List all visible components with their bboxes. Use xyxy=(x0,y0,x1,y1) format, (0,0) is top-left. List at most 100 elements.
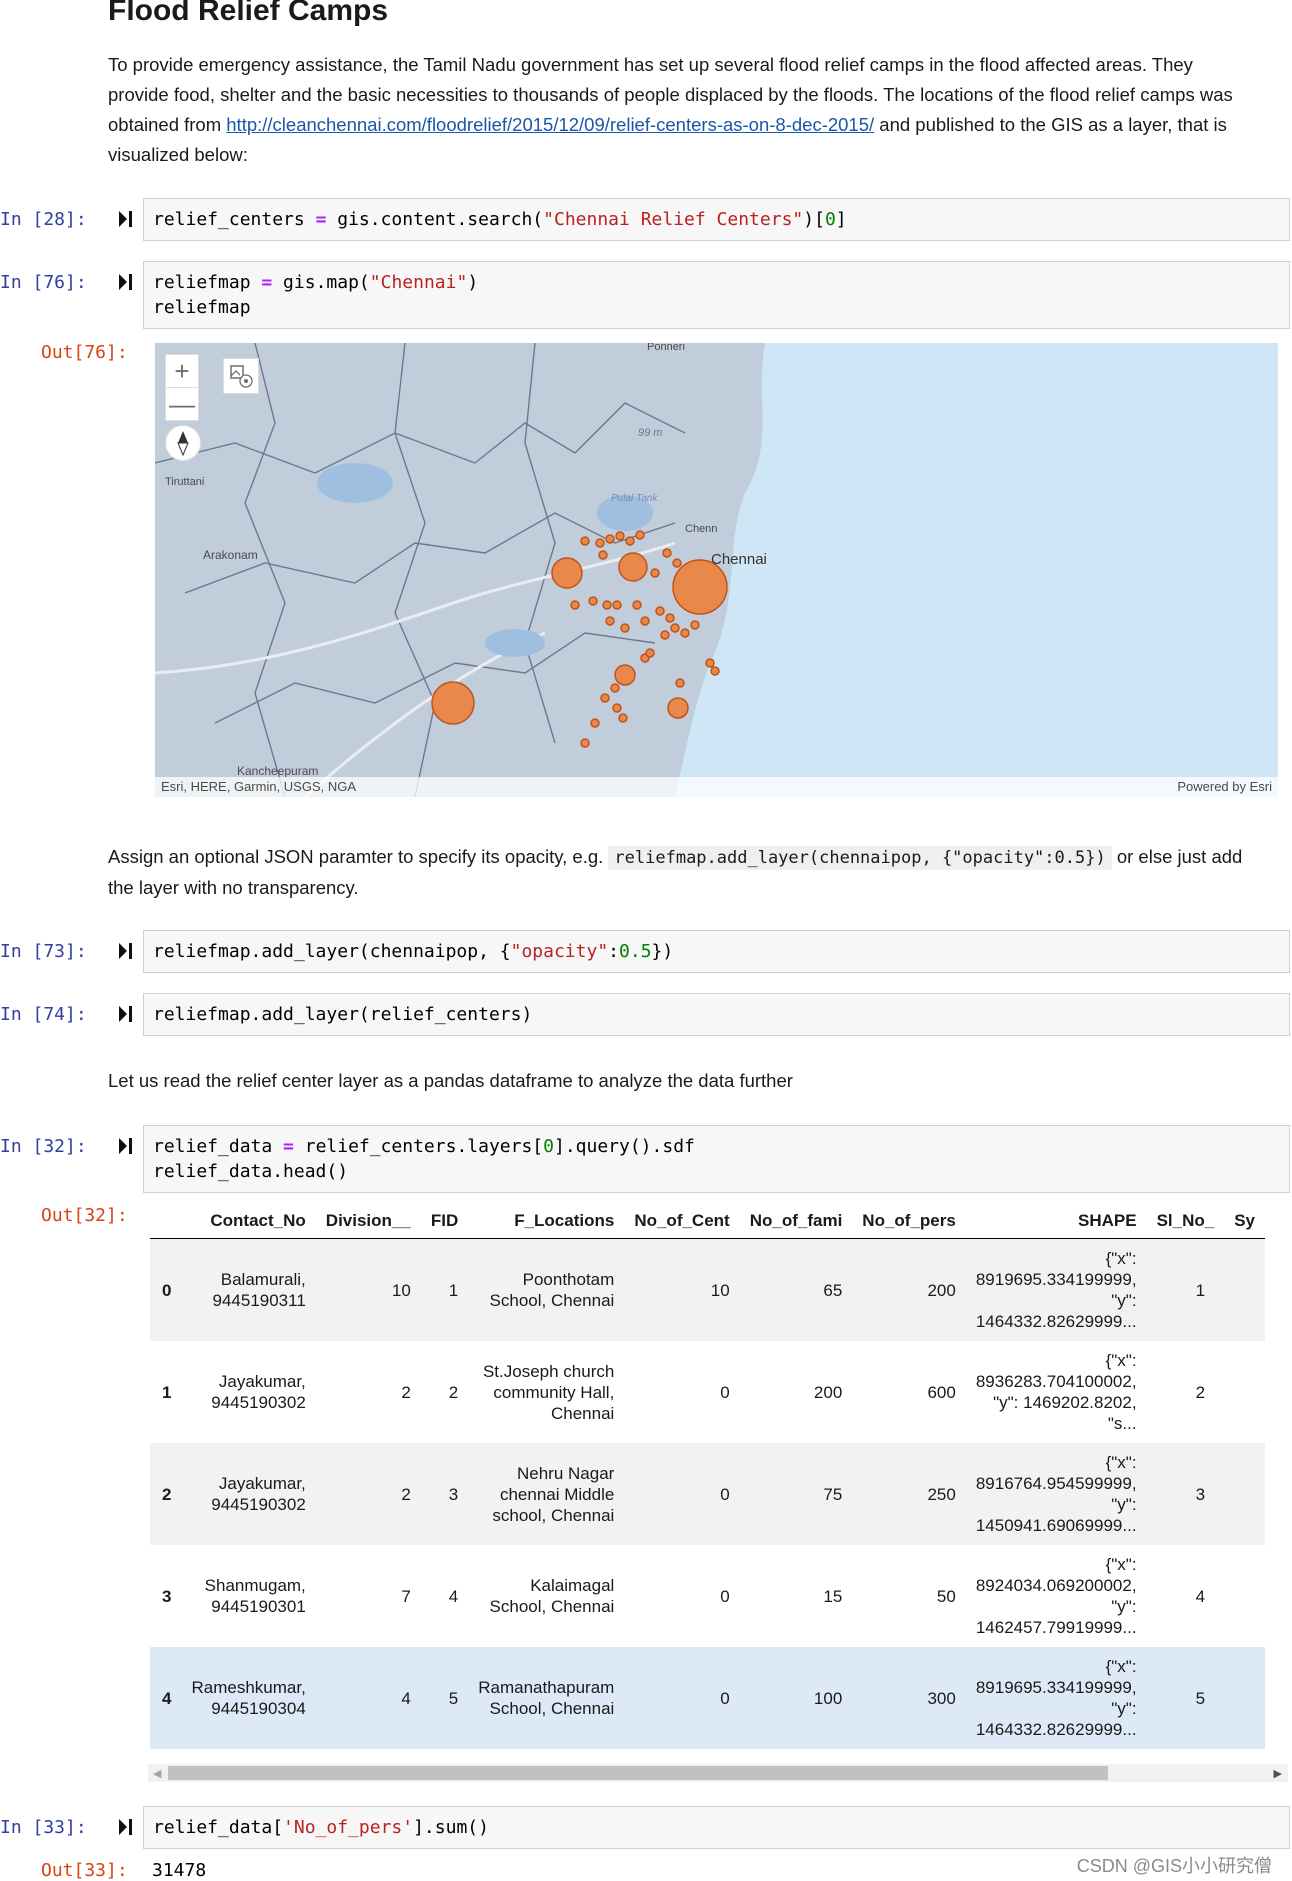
relief-point[interactable] xyxy=(600,693,610,703)
relief-point[interactable] xyxy=(635,530,645,540)
code-text: relief_data = relief_centers.layers[0].q… xyxy=(153,1136,695,1182)
cell-location: Poonthotam School, Chennai xyxy=(468,1238,625,1341)
relief-point[interactable] xyxy=(632,600,642,610)
relief-point[interactable] xyxy=(710,666,720,676)
relief-point[interactable] xyxy=(660,630,670,640)
row-index: 2 xyxy=(150,1443,182,1545)
row-index: 3 xyxy=(162,1586,172,1606)
relief-point[interactable] xyxy=(655,606,665,616)
cell-no-of-fami: 75 xyxy=(739,1443,853,1545)
scroll-left-arrow-icon[interactable]: ◀ xyxy=(153,1767,161,1780)
cell-no-of-pers: 200 xyxy=(852,1238,966,1341)
relief-point[interactable] xyxy=(598,550,608,560)
map-canvas[interactable]: Chennai Chenn Ponneri Arakonam Kancheepu… xyxy=(155,343,1278,797)
relief-point[interactable] xyxy=(612,600,622,610)
label-tiruttani: Tiruttani xyxy=(165,476,204,488)
cell-division: 7 xyxy=(401,1586,411,1606)
relief-point[interactable] xyxy=(615,531,625,541)
code-cell[interactable]: reliefmap = gis.map("Chennai") reliefmap xyxy=(143,261,1290,329)
relief-point[interactable] xyxy=(625,536,635,546)
relief-point[interactable] xyxy=(602,600,612,610)
code-cell[interactable]: reliefmap.add_layer(chennaipop, {"opacit… xyxy=(143,930,1290,973)
cell-contact: Rameshkumar, 9445190304 xyxy=(181,1647,316,1749)
cell-contact: Balamurali, 9445190311 xyxy=(181,1238,316,1341)
relief-point[interactable] xyxy=(610,683,620,693)
relief-point[interactable] xyxy=(605,534,615,544)
run-cell-icon[interactable] xyxy=(118,1817,134,1837)
opacity-paragraph: Assign an optional JSON paramter to spec… xyxy=(108,842,1258,903)
relief-point[interactable] xyxy=(650,568,660,578)
cell-prompt-out: Out[32]: xyxy=(41,1205,128,1226)
column-header: Sy xyxy=(1224,1204,1265,1239)
label-chennai-short: Chenn xyxy=(685,523,717,535)
relief-point[interactable] xyxy=(580,738,590,748)
cell-sl-no: 4 xyxy=(1195,1586,1206,1606)
scrollbar-thumb[interactable] xyxy=(168,1766,1108,1780)
relief-centers-link[interactable]: http://cleanchennai.com/floodrelief/2015… xyxy=(226,114,874,135)
relief-point[interactable] xyxy=(705,658,715,668)
dataframe-output: Contact_No Division__ FID F_Locations No… xyxy=(150,1204,1290,1749)
label-kancheepuram: Kancheepuram xyxy=(237,764,318,778)
code-cell[interactable]: relief_data['No_of_pers'].sum() xyxy=(143,1806,1290,1849)
sum-output: 31478 xyxy=(152,1860,207,1881)
cell-fid: 1 xyxy=(420,1238,469,1341)
relief-point[interactable] xyxy=(605,616,615,626)
zoom-out-button[interactable]: — xyxy=(165,387,199,421)
relief-point[interactable] xyxy=(431,681,475,725)
relief-point[interactable] xyxy=(590,718,600,728)
basemap-toggle-icon[interactable] xyxy=(223,358,259,394)
relief-point[interactable] xyxy=(680,628,690,638)
code-text: reliefmap.add_layer(chennaipop, {"opacit… xyxy=(153,941,674,962)
relief-point[interactable] xyxy=(614,664,636,686)
horizontal-scrollbar[interactable]: ◀ ▶ xyxy=(148,1764,1288,1782)
relief-point[interactable] xyxy=(640,616,650,626)
run-cell-icon[interactable] xyxy=(118,1004,134,1024)
relief-point[interactable] xyxy=(675,678,685,688)
relief-point[interactable] xyxy=(672,559,728,615)
run-cell-icon[interactable] xyxy=(118,272,134,292)
cell-no-of-pers: 250 xyxy=(852,1443,966,1545)
column-header: F_Locations xyxy=(468,1204,625,1239)
zoom-in-button[interactable]: + xyxy=(165,354,199,388)
compass-icon[interactable] xyxy=(165,425,201,461)
scroll-right-arrow-icon[interactable]: ▶ xyxy=(1274,1767,1282,1780)
cell-prompt-in: In [32]: xyxy=(0,1136,87,1157)
relief-map[interactable]: Chennai Chenn Ponneri Arakonam Kancheepu… xyxy=(155,343,1278,797)
relief-point[interactable] xyxy=(595,538,605,548)
column-header: FID xyxy=(420,1204,469,1239)
relief-point[interactable] xyxy=(667,697,689,719)
run-cell-icon[interactable] xyxy=(118,941,134,961)
cell-sl-no: 3 xyxy=(1146,1443,1225,1545)
cell-no-of-fami: 15 xyxy=(823,1586,843,1606)
cell-no-of-cent: 0 xyxy=(720,1382,730,1402)
relief-point[interactable] xyxy=(618,713,628,723)
relief-point[interactable] xyxy=(570,600,580,610)
relief-point[interactable] xyxy=(551,557,583,589)
relief-point[interactable] xyxy=(620,623,630,633)
cell-prompt-in: In [33]: xyxy=(0,1817,87,1838)
code-cell[interactable]: relief_centers = gis.content.search("Che… xyxy=(143,198,1290,241)
relief-point[interactable] xyxy=(618,552,648,582)
column-header: SHAPE xyxy=(965,1204,1147,1239)
cell-no-of-cent: 0 xyxy=(720,1586,730,1606)
code-cell[interactable]: reliefmap.add_layer(relief_centers) xyxy=(143,993,1290,1036)
run-cell-icon[interactable] xyxy=(118,209,134,229)
relief-point[interactable] xyxy=(662,548,672,558)
relief-point[interactable] xyxy=(672,558,682,568)
cell-sy xyxy=(1224,1545,1265,1647)
powered-by-esri[interactable]: Powered by Esri xyxy=(1177,779,1272,794)
relief-point[interactable] xyxy=(580,536,590,546)
code-text: relief_centers = gis.content.search("Che… xyxy=(153,209,847,230)
label-elevation: 99 m xyxy=(638,427,662,439)
relief-point[interactable] xyxy=(645,648,655,658)
column-header: No_of_Cent xyxy=(624,1204,740,1239)
relief-point[interactable] xyxy=(690,620,700,630)
relief-point[interactable] xyxy=(612,703,622,713)
relief-point[interactable] xyxy=(670,623,680,633)
label-arakonam: Arakonam xyxy=(203,548,258,562)
cell-fid: 3 xyxy=(420,1443,469,1545)
code-cell[interactable]: relief_data = relief_centers.layers[0].q… xyxy=(143,1125,1290,1193)
run-cell-icon[interactable] xyxy=(118,1136,134,1156)
relief-point[interactable] xyxy=(588,596,598,606)
relief-point[interactable] xyxy=(665,613,675,623)
